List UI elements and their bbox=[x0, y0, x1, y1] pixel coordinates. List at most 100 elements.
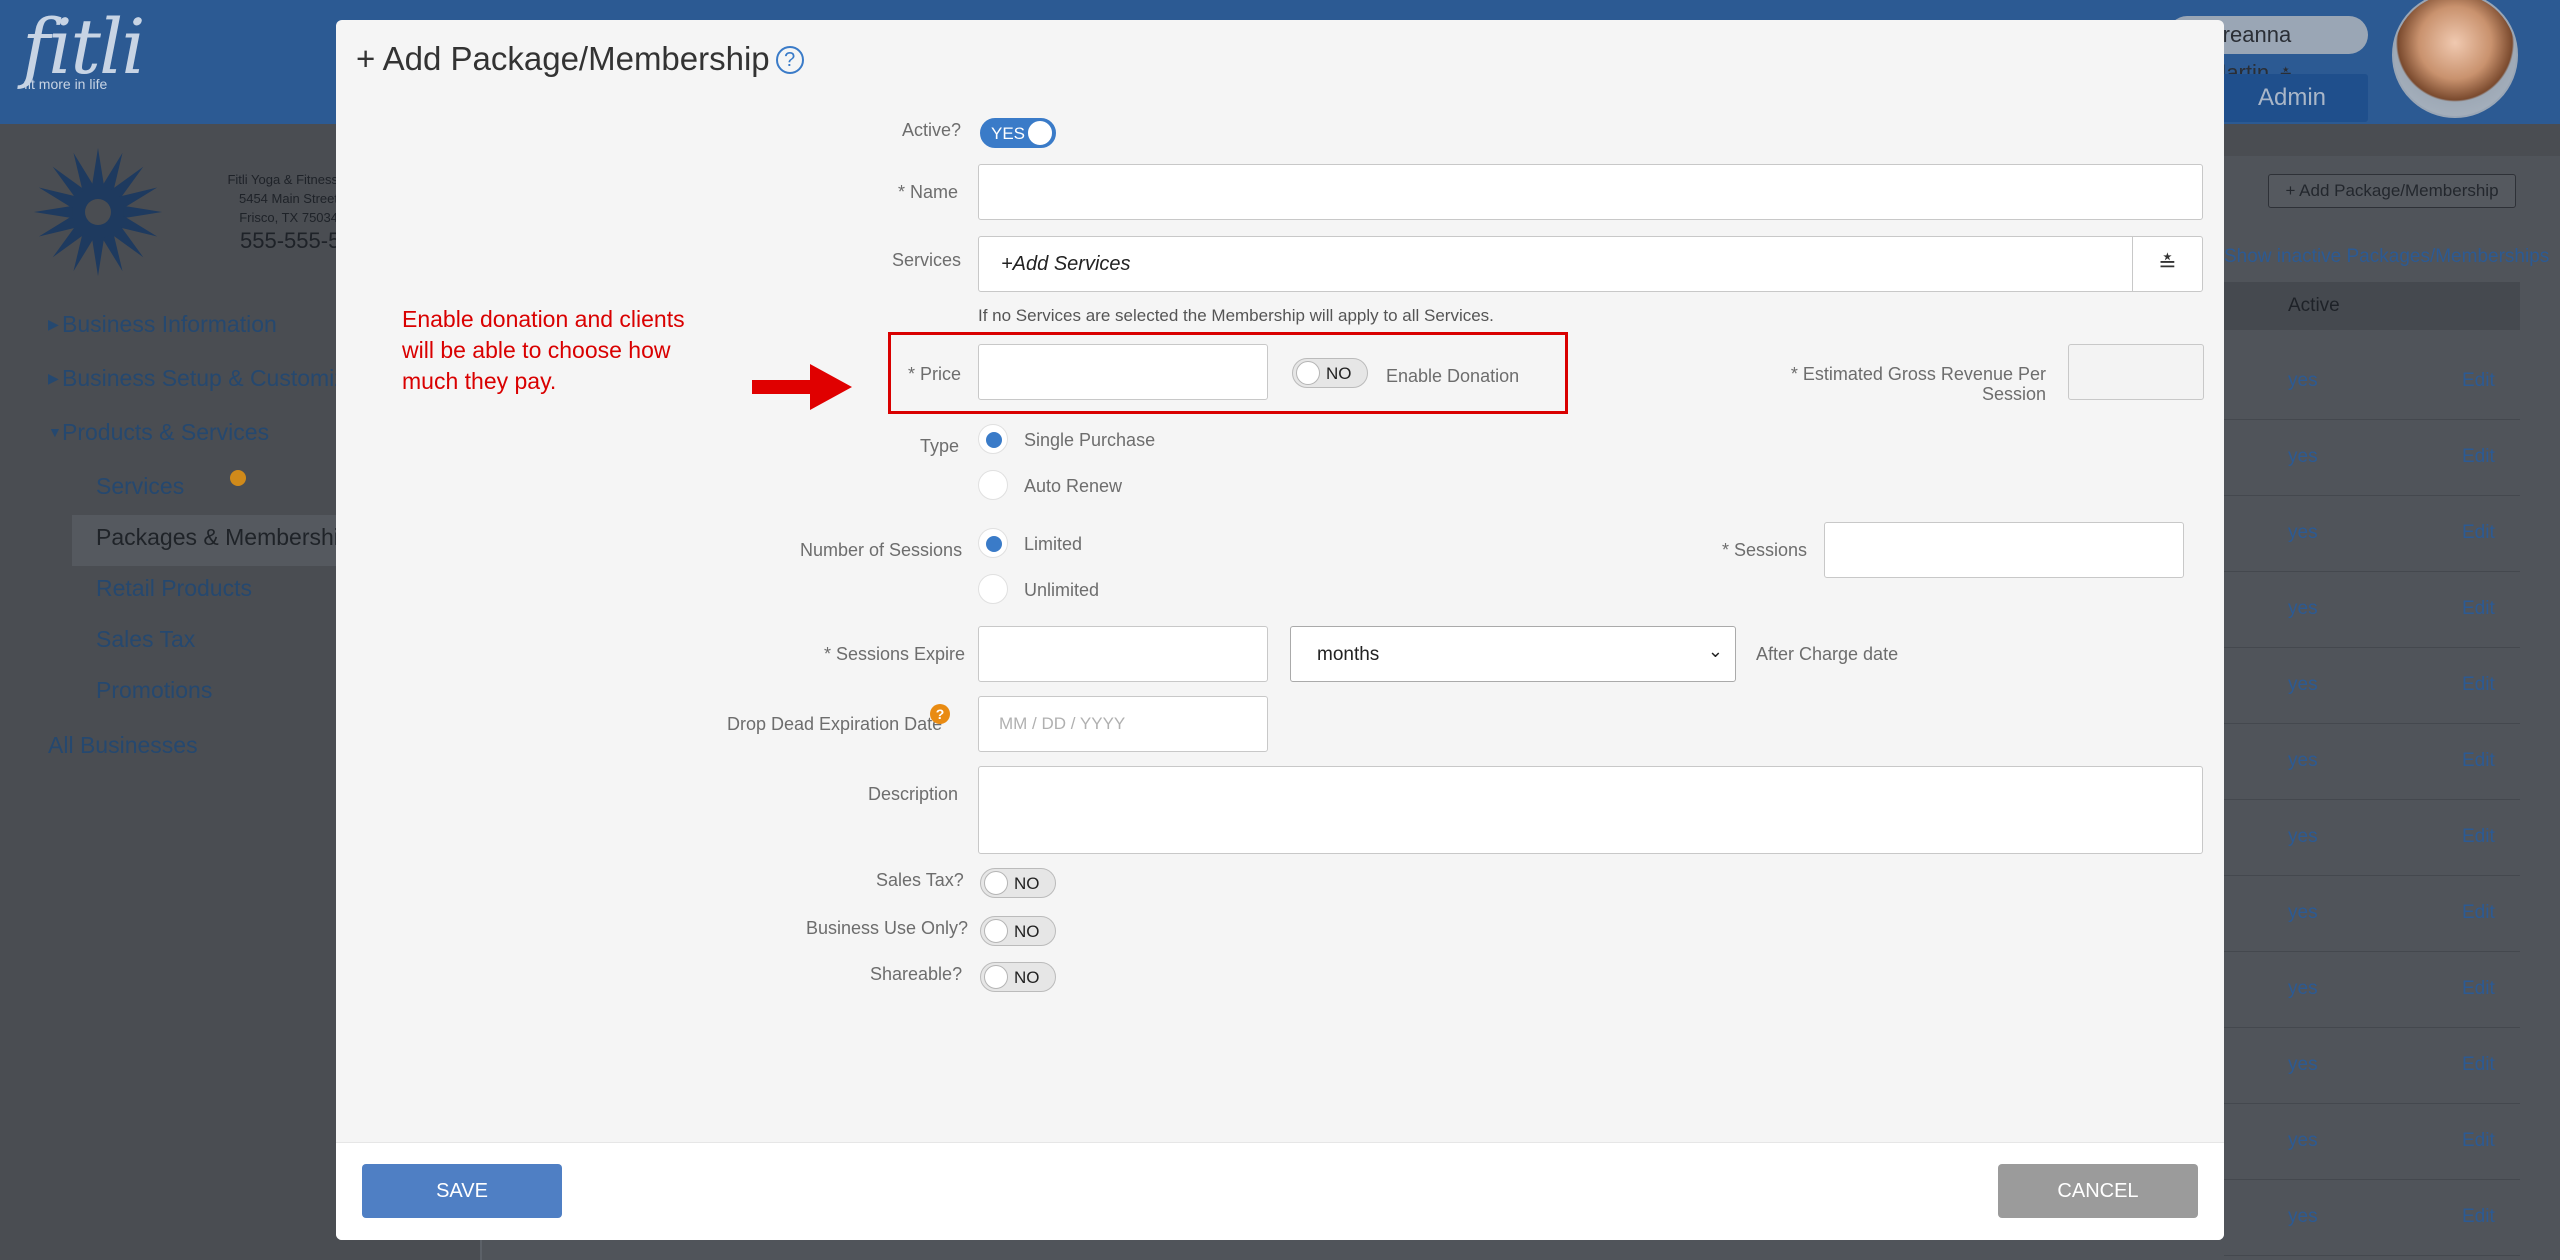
notification-dot bbox=[230, 470, 246, 486]
table-row: yes Edit bbox=[2224, 724, 2520, 800]
nav-label: Packages & Memberships bbox=[96, 524, 348, 550]
admin-button[interactable]: Admin bbox=[2216, 74, 2368, 122]
drop-dead-date-input[interactable]: MM / DD / YYYY bbox=[978, 696, 1268, 752]
edit-link[interactable]: Edit bbox=[2462, 446, 2495, 468]
nav-all-businesses[interactable]: All Businesses bbox=[48, 723, 348, 777]
number-of-sessions-label: Number of Sessions bbox=[800, 540, 963, 560]
business-name: Fitli Yoga & Fitness bbox=[227, 172, 338, 187]
callout-highlight-box bbox=[888, 332, 1568, 414]
edit-link[interactable]: Edit bbox=[2462, 902, 2495, 924]
sidebar-nav: ▶ Business Information ▶ Business Setup & … bbox=[48, 302, 348, 777]
nav-business-setup[interactable]: ▶Business Setup & Customization bbox=[48, 356, 348, 410]
toggle-text: YES bbox=[991, 124, 1026, 143]
active-value: yes bbox=[2288, 522, 2318, 543]
edit-link[interactable]: Edit bbox=[2462, 1130, 2495, 1152]
active-value: yes bbox=[2288, 978, 2318, 999]
edit-link[interactable]: Edit bbox=[2462, 826, 2495, 848]
fitli-logo[interactable]: fitli fit more in life bbox=[22, 6, 146, 93]
edit-link[interactable]: Edit bbox=[2462, 370, 2495, 392]
single-purchase-radio[interactable] bbox=[978, 424, 1008, 454]
shareable-toggle[interactable]: NO bbox=[980, 962, 1056, 992]
cancel-button[interactable]: CANCEL bbox=[1998, 1164, 2198, 1218]
toggle-text: NO bbox=[1014, 968, 1040, 987]
active-value: yes bbox=[2288, 598, 2318, 619]
callout-arrow-icon bbox=[752, 364, 852, 410]
nav-business-information[interactable]: ▶ Business Information bbox=[48, 302, 348, 356]
limited-radio[interactable] bbox=[978, 528, 1008, 558]
save-button[interactable]: SAVE bbox=[362, 1164, 562, 1218]
toggle-knob bbox=[984, 965, 1008, 989]
nav-products-services[interactable]: ▼ Products & Services bbox=[48, 410, 348, 464]
description-textarea[interactable] bbox=[978, 766, 2203, 854]
description-label: Description bbox=[868, 784, 959, 804]
edit-link[interactable]: Edit bbox=[2462, 522, 2495, 544]
sessions-expire-input[interactable] bbox=[978, 626, 1268, 682]
edit-link[interactable]: Edit bbox=[2462, 1206, 2495, 1228]
nav-services[interactable]: Services bbox=[96, 464, 348, 515]
active-value: yes bbox=[2288, 902, 2318, 923]
toggle-text: NO bbox=[1014, 874, 1040, 893]
date-placeholder: MM / DD / YYYY bbox=[999, 714, 1126, 733]
sessions-expire-label: * Sessions Expire bbox=[824, 644, 966, 664]
business-address: Fitli Yoga & Fitness 5454 Main Street Fr… bbox=[226, 170, 338, 227]
nav-retail-products[interactable]: Retail Products bbox=[96, 566, 348, 617]
caret-right-icon: ▶ bbox=[48, 316, 59, 332]
add-package-button[interactable]: + Add Package/Membership bbox=[2268, 174, 2516, 208]
table-row: yes Edit bbox=[2224, 1104, 2520, 1180]
double-chevron-down-icon[interactable]: ≛ bbox=[2132, 237, 2202, 291]
expire-unit-select[interactable]: months ⌄ bbox=[1290, 626, 1736, 682]
shareable-label: Shareable? bbox=[870, 964, 963, 984]
table-row: yes Edit bbox=[2224, 344, 2520, 420]
nav-label: Retail Products bbox=[96, 575, 252, 601]
nav-label: Services bbox=[96, 473, 185, 499]
business-phone: 555-555-5555 bbox=[240, 228, 340, 253]
caret-down-icon: ▼ bbox=[48, 424, 62, 440]
toggle-knob bbox=[1028, 121, 1052, 145]
toggle-text: NO bbox=[1014, 922, 1040, 941]
toggle-knob bbox=[984, 871, 1008, 895]
single-purchase-label: Single Purchase bbox=[1024, 430, 1156, 450]
unlimited-radio[interactable] bbox=[978, 574, 1008, 604]
sessions-input[interactable] bbox=[1824, 522, 2184, 578]
toggle-knob bbox=[984, 919, 1008, 943]
sales-tax-label: Sales Tax? bbox=[876, 870, 964, 890]
table-row: yes Edit bbox=[2224, 420, 2520, 496]
active-toggle[interactable]: YES bbox=[980, 118, 1056, 148]
edit-link[interactable]: Edit bbox=[2462, 978, 2495, 1000]
auto-renew-radio[interactable] bbox=[978, 470, 1008, 500]
show-inactive-link[interactable]: Show inactive Packages/Memberships bbox=[2224, 246, 2549, 268]
table-row: yes Edit bbox=[2224, 800, 2520, 876]
donation-callout-text: Enable donation and clients will be able… bbox=[402, 306, 685, 394]
nav-promotions[interactable]: Promotions bbox=[96, 668, 348, 719]
estimated-revenue-input[interactable] bbox=[2068, 344, 2204, 400]
name-input[interactable] bbox=[978, 164, 2203, 220]
nav-packages-memberships[interactable]: Packages & Memberships bbox=[72, 515, 348, 566]
caret-right-icon: ▶ bbox=[48, 370, 59, 386]
business-city: Frisco, TX 75034 bbox=[239, 210, 338, 225]
table-header: Active bbox=[2224, 282, 2520, 330]
services-select[interactable]: +Add Services ≛ bbox=[978, 236, 2203, 292]
edit-link[interactable]: Edit bbox=[2462, 1054, 2495, 1076]
services-label: Services bbox=[892, 250, 962, 270]
business-use-toggle[interactable]: NO bbox=[980, 916, 1056, 946]
modal-title-text: + Add Package/Membership bbox=[356, 40, 770, 77]
active-value: yes bbox=[2288, 446, 2318, 467]
help-icon[interactable]: ? bbox=[775, 46, 804, 74]
avatar[interactable] bbox=[2392, 0, 2518, 118]
nav-sales-tax[interactable]: Sales Tax bbox=[96, 617, 348, 668]
auto-renew-label: Auto Renew bbox=[1024, 476, 1123, 496]
edit-link[interactable]: Edit bbox=[2462, 674, 2495, 696]
sessions-label: * Sessions bbox=[1722, 540, 1808, 560]
business-street: 5454 Main Street bbox=[238, 191, 338, 206]
business-use-label: Business Use Only? bbox=[806, 918, 969, 938]
add-package-modal: + Add Package/Membership? Active? YES * … bbox=[336, 20, 2224, 1240]
estimated-revenue-label: * Estimated Gross Revenue Per Session bbox=[1790, 364, 2046, 404]
active-value: yes bbox=[2288, 674, 2318, 695]
after-charge-label: After Charge date bbox=[1756, 644, 1899, 664]
question-icon[interactable]: ? bbox=[930, 704, 950, 724]
edit-link[interactable]: Edit bbox=[2462, 598, 2495, 620]
sales-tax-toggle[interactable]: NO bbox=[980, 868, 1056, 898]
edit-link[interactable]: Edit bbox=[2462, 750, 2495, 772]
active-value: yes bbox=[2288, 826, 2318, 847]
unlimited-label: Unlimited bbox=[1024, 580, 1100, 600]
